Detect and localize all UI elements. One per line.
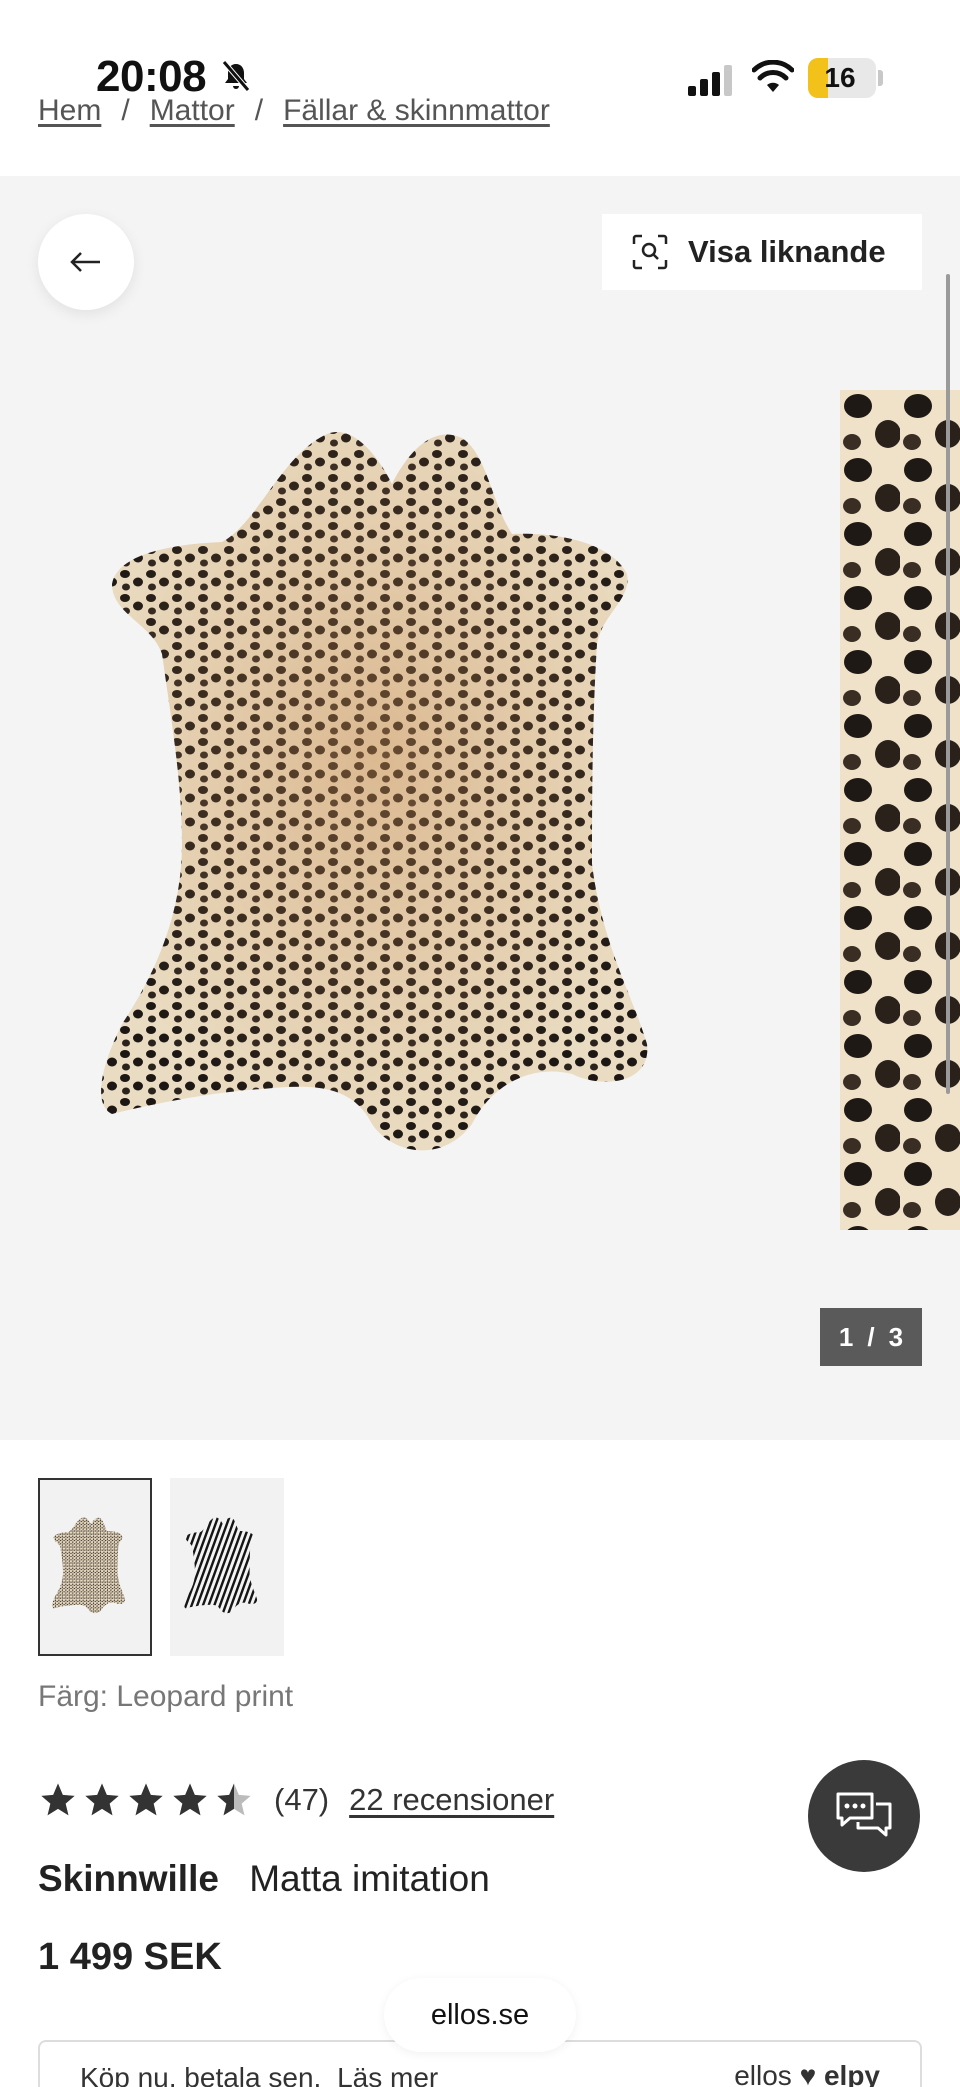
breadcrumb-separator: / — [254, 94, 264, 127]
chat-bubbles-icon — [836, 1792, 892, 1837]
product-image-leopard-rug[interactable] — [92, 424, 752, 1184]
battery-level: 16 — [824, 62, 856, 93]
zebra-rug-thumbnail — [184, 1517, 258, 1614]
star-half-icon — [217, 1783, 251, 1816]
star-icon — [41, 1783, 75, 1816]
show-similar-label: Visa liknande — [688, 234, 886, 269]
scrollbar[interactable] — [946, 274, 950, 1094]
image-counter-separator: / — [867, 1321, 875, 1352]
pay-later-text: Köp nu, betala sen. — [80, 2062, 322, 2087]
color-label: Färg: Leopard print — [38, 1680, 294, 1713]
rating-count: (47) — [274, 1782, 330, 1817]
next-image-preview[interactable] — [840, 390, 960, 1230]
breadcrumb-home[interactable]: Hem — [38, 94, 101, 128]
reviews-link[interactable]: 22 recensioner — [349, 1782, 554, 1818]
logo-ellos: ellos — [734, 2060, 792, 2087]
variant-thumb-zebra[interactable] — [170, 1478, 284, 1656]
product-name: Matta imitation — [249, 1858, 490, 1899]
rating-stars — [38, 1780, 254, 1820]
site-url-pill[interactable]: ellos.se — [384, 1978, 576, 2052]
color-variant-thumbnails — [38, 1478, 284, 1656]
arrow-left-icon — [70, 252, 100, 272]
read-more-link[interactable]: Läs mer — [337, 2062, 438, 2087]
bell-slash-icon — [222, 60, 250, 92]
visual-search-icon — [632, 234, 668, 270]
product-price: 1 499 SEK — [38, 1936, 222, 1978]
chat-button[interactable] — [808, 1760, 920, 1872]
star-icon — [129, 1783, 163, 1816]
product-gallery[interactable]: Visa liknande 1 / 3 — [0, 176, 960, 1440]
breadcrumb-separator: / — [121, 94, 130, 127]
show-similar-button[interactable]: Visa liknande — [602, 214, 922, 290]
breadcrumb-rugs[interactable]: Mattor — [150, 94, 235, 128]
leopard-rug-thumbnail — [52, 1517, 126, 1614]
heart-icon: ♥ — [799, 2060, 817, 2087]
star-icon — [85, 1783, 119, 1816]
variant-thumb-leopard[interactable] — [38, 1478, 152, 1656]
cell-signal-icon — [688, 65, 732, 96]
back-button[interactable] — [38, 214, 134, 310]
image-counter: 1 / 3 — [820, 1308, 922, 1366]
product-brand[interactable]: Skinnwille — [38, 1858, 219, 1899]
battery-indicator: 16 — [808, 58, 876, 98]
image-counter-total: 3 — [888, 1321, 904, 1352]
product-title: Skinnwille Matta imitation — [38, 1858, 490, 1900]
battery-cap — [878, 70, 883, 86]
rating-row: (47) 22 recensioner — [38, 1780, 554, 1820]
ellos-elpy-logo: ellos ♥ elpy — [734, 2060, 880, 2087]
wifi-icon — [752, 60, 794, 92]
breadcrumb-skin-rugs[interactable]: Fällar & skinnmattor — [283, 94, 550, 128]
star-icon — [173, 1783, 207, 1816]
image-counter-current: 1 — [838, 1321, 854, 1352]
breadcrumb: Hem / Mattor / Fällar & skinnmattor — [38, 94, 550, 128]
logo-elpy: elpy — [823, 2060, 880, 2087]
